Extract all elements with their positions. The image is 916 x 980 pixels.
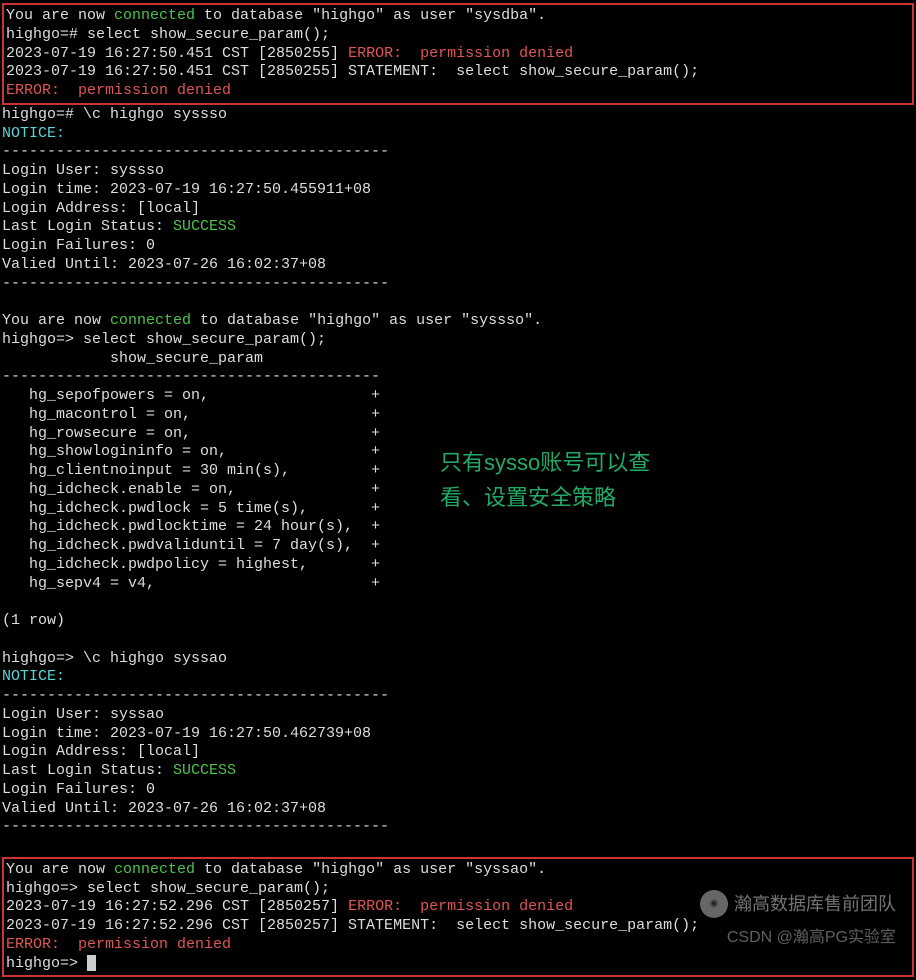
param-row: hg_idcheck.pwdlocktime = 24 hour(s), + xyxy=(2,518,914,537)
valid-until: Valied Until: 2023-07-26 16:02:37+08 xyxy=(2,800,914,819)
cursor-icon xyxy=(87,955,96,971)
statement-line: 2023-07-19 16:27:50.451 CST [2850255] ST… xyxy=(6,63,910,82)
sql-statement: highgo=# select show_secure_param(); xyxy=(6,26,910,45)
login-address: Login Address: [local] xyxy=(2,743,914,762)
status-success: SUCCESS xyxy=(173,218,236,235)
watermark-logo: ◉ 瀚高数据库售前团队 xyxy=(700,890,896,918)
watermark-csdn: CSDN @瀚高PG实验室 xyxy=(727,928,896,948)
separator: ----------------------------------------… xyxy=(2,275,914,294)
notice-label: NOTICE: xyxy=(2,668,914,687)
result-separator: ----------------------------------------… xyxy=(2,368,914,387)
last-login-status: Last Login Status: SUCCESS xyxy=(2,762,914,781)
param-row: hg_idcheck.pwdvaliduntil = 7 day(s), + xyxy=(2,537,914,556)
separator: ----------------------------------------… xyxy=(2,143,914,162)
error-box-sysdba: You are now connected to database "highg… xyxy=(2,3,914,105)
blank-line xyxy=(2,631,914,650)
last-login-status: Last Login Status: SUCCESS xyxy=(2,218,914,237)
prompt-line[interactable]: highgo=> xyxy=(6,955,910,974)
login-time: Login time: 2023-07-19 16:27:50.455911+0… xyxy=(2,181,914,200)
error-text: ERROR: permission denied xyxy=(348,898,573,915)
separator: ----------------------------------------… xyxy=(2,687,914,706)
row-count: (1 row) xyxy=(2,612,914,631)
login-failures: Login Failures: 0 xyxy=(2,237,914,256)
connected-word: connected xyxy=(114,7,195,24)
param-row: hg_rowsecure = on, + xyxy=(2,425,914,444)
error-summary: ERROR: permission denied xyxy=(6,82,910,101)
separator: ----------------------------------------… xyxy=(2,818,914,837)
status-success: SUCCESS xyxy=(173,762,236,779)
param-row: hg_sepv4 = v4, + xyxy=(2,575,914,594)
connect-command: highgo=> \c highgo syssao xyxy=(2,650,914,669)
param-row: hg_idcheck.pwdpolicy = highest, + xyxy=(2,556,914,575)
login-address: Login Address: [local] xyxy=(2,200,914,219)
blank-row xyxy=(2,593,914,612)
error-text: ERROR: permission denied xyxy=(348,45,573,62)
valid-until: Valied Until: 2023-07-26 16:02:37+08 xyxy=(2,256,914,275)
annotation-text: 只有sysso账号可以查 看、设置安全策略 xyxy=(440,445,650,515)
sql-statement: highgo=> select show_secure_param(); xyxy=(2,331,914,350)
connect-line: You are now connected to database "highg… xyxy=(2,312,914,331)
param-row: hg_macontrol = on, + xyxy=(2,406,914,425)
blank-line xyxy=(2,293,914,312)
error-line: 2023-07-19 16:27:50.451 CST [2850255] ER… xyxy=(6,45,910,64)
connected-word: connected xyxy=(114,861,195,878)
blank-line xyxy=(2,837,914,856)
logo-icon: ◉ xyxy=(700,890,728,918)
login-failures: Login Failures: 0 xyxy=(2,781,914,800)
param-row: hg_sepofpowers = on, + xyxy=(2,387,914,406)
connect-command: highgo=# \c highgo syssso xyxy=(2,106,914,125)
connect-line: You are now connected to database "highg… xyxy=(6,7,910,26)
result-header: show_secure_param xyxy=(2,350,914,369)
login-time: Login time: 2023-07-19 16:27:50.462739+0… xyxy=(2,725,914,744)
login-user: Login User: syssao xyxy=(2,706,914,725)
connect-line: You are now connected to database "highg… xyxy=(6,861,910,880)
connected-word: connected xyxy=(110,312,191,329)
login-user: Login User: syssso xyxy=(2,162,914,181)
notice-label: NOTICE: xyxy=(2,125,914,144)
